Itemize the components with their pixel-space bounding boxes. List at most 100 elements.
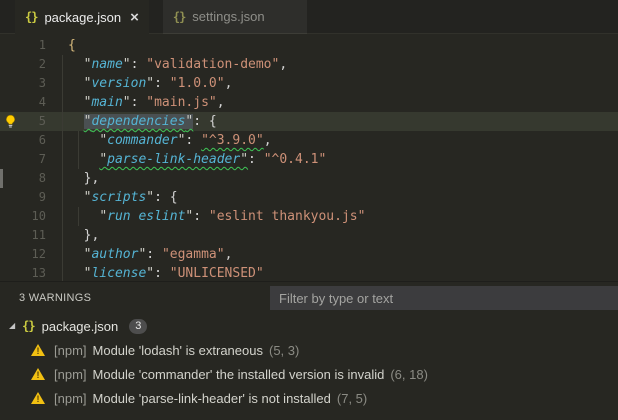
indent-guide — [77, 131, 79, 150]
code-token: " — [99, 152, 108, 167]
indent-guide — [62, 74, 63, 93]
code-token: "^0.4.1" — [263, 152, 327, 167]
indent-guide — [62, 226, 63, 245]
warnings-count-label: 3 WARNINGS — [19, 292, 92, 304]
code-line[interactable]: 8 }, — [0, 169, 618, 188]
warning-source: [npm] — [54, 342, 87, 358]
code-token: }, — [83, 228, 100, 243]
warning-message: Module 'parse-link-header' is not instal… — [92, 390, 331, 406]
warning-icon: ! — [31, 368, 45, 380]
code-token: " — [146, 76, 155, 91]
code-token: }, — [83, 171, 100, 186]
code-token: "egamma" — [161, 247, 225, 262]
code-line[interactable]: 10 "run eslint": "eslint thankyou.js" — [0, 207, 618, 226]
code-token: : — [130, 95, 147, 110]
line-number[interactable]: 5 — [0, 112, 46, 131]
code-token: : — [193, 209, 209, 224]
code-token: " — [146, 190, 155, 205]
line-number[interactable]: 4 — [0, 93, 46, 112]
code-line[interactable]: 1{ — [0, 36, 618, 55]
code-token: name — [91, 57, 123, 72]
warning-position: (6, 18) — [390, 366, 428, 382]
code-token: " — [99, 209, 108, 224]
line-number[interactable]: 7 — [0, 150, 46, 169]
line-number[interactable]: 8 — [0, 169, 46, 188]
warning-icon: ! — [31, 392, 45, 404]
code-token: , — [279, 57, 288, 72]
problems-filter-input[interactable] — [270, 286, 618, 310]
warning-row[interactable]: ! [npm] Module 'commander' the installed v… — [0, 362, 618, 386]
code-token: main — [91, 95, 123, 110]
indent-guide — [62, 188, 63, 207]
indent-guide — [62, 245, 63, 264]
line-number[interactable]: 2 — [0, 55, 46, 74]
code-token: " — [99, 133, 108, 148]
code-token: { — [68, 38, 76, 53]
warning-message: Module 'commander' the installed version… — [92, 366, 385, 382]
code-token: parse-link-header — [107, 152, 241, 167]
problems-panel-header: 3 WARNINGS — [0, 282, 618, 314]
line-number[interactable]: 10 — [0, 207, 46, 226]
line-number[interactable]: 9 — [0, 188, 46, 207]
json-file-icon: {} — [172, 9, 186, 24]
warning-position: (5, 3) — [268, 342, 300, 358]
code-token: run eslint — [107, 209, 186, 224]
code-line[interactable]: 13 "license": "UNLICENSED" — [0, 264, 618, 281]
editor[interactable]: 1{2 "name": "validation-demo", 3 "version… — [0, 34, 618, 281]
code-line[interactable]: 2 "name": "validation-demo", — [0, 55, 618, 74]
code-token: dependencies — [91, 114, 186, 129]
code-token: : — [154, 190, 170, 205]
code-token: : — [185, 133, 202, 148]
code-token: , — [224, 247, 233, 262]
code-token: version — [91, 76, 147, 91]
code-token: "eslint thankyou.js" — [208, 209, 366, 224]
line-number[interactable]: 6 — [0, 131, 46, 150]
code-token: scripts — [91, 190, 147, 205]
code-token: : — [193, 114, 209, 129]
close-icon[interactable]: × — [130, 10, 139, 25]
indent-guide — [62, 169, 63, 188]
code-line[interactable]: 12 "author": "egamma", — [0, 245, 618, 264]
indent-guide — [62, 150, 63, 169]
code-token: { — [208, 114, 217, 129]
problems-count-badge: 3 — [129, 318, 148, 334]
tab-settings-json[interactable]: {} settings.json — [162, 0, 307, 34]
code-line[interactable]: 9 "scripts": { — [0, 188, 618, 207]
line-number[interactable]: 1 — [0, 36, 46, 55]
code-token: , — [263, 133, 272, 148]
code-line[interactable]: 4 "main": "main.js", — [0, 93, 618, 112]
code-token: : — [248, 152, 264, 167]
indent-guide — [62, 112, 63, 131]
problems-file-name: package.json — [41, 318, 119, 334]
code-token: : — [146, 247, 162, 262]
code-line[interactable]: 6 "commander": "^3.9.0", — [0, 131, 618, 150]
code-line[interactable]: 7 "parse-link-header": "^0.4.1" — [0, 150, 618, 169]
tab-package-json[interactable]: {} package.json × — [15, 0, 149, 34]
warning-row[interactable]: ! [npm] Module 'lodash' is extraneous (5, 3… — [0, 338, 618, 362]
line-number[interactable]: 12 — [0, 245, 46, 264]
line-number[interactable]: 3 — [0, 74, 46, 93]
warning-row[interactable]: ! [npm] Module 'parse-link-header' is not … — [0, 386, 618, 410]
line-number[interactable]: 13 — [0, 264, 46, 281]
code-token: "^3.9.0" — [201, 133, 264, 148]
code-token: license — [91, 266, 147, 281]
code-line[interactable]: 11 }, — [0, 226, 618, 245]
tab-bar: {} package.json × {} settings.json — [0, 0, 618, 34]
warning-source: [npm] — [54, 390, 87, 406]
indent-guide — [62, 93, 63, 112]
problems-file-row[interactable]: ◢ {} package.json 3 — [0, 314, 618, 338]
code-line[interactable]: 3 "version": "1.0.0", — [0, 74, 618, 93]
tab-label: settings.json — [192, 9, 265, 24]
code-line[interactable]: 5 "dependencies": { — [0, 112, 618, 131]
line-number[interactable]: 11 — [0, 226, 46, 245]
indent-guide — [62, 55, 63, 74]
chevron-expanded-icon[interactable]: ◢ — [9, 321, 15, 330]
code-token: "validation-demo" — [146, 57, 280, 72]
code-token: "main.js" — [146, 95, 217, 110]
warning-icon: ! — [31, 344, 45, 356]
code-token: " — [146, 266, 155, 281]
warning-list: ! [npm] Module 'lodash' is extraneous (5, 3… — [0, 338, 618, 410]
code-token: commander — [107, 133, 178, 148]
tab-label: package.json — [44, 9, 122, 25]
code-token: { — [169, 190, 178, 205]
